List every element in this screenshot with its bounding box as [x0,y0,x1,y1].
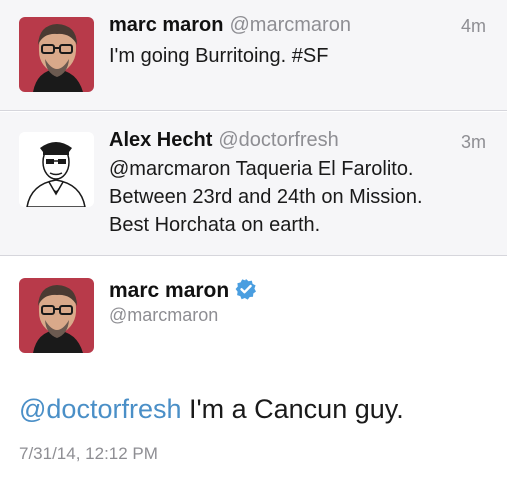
tweet-header: marc maron @marcmaron [109,14,351,37]
tweet-time: 4m [460,16,486,36]
tweet-text: @marcmaron Taqueria El Farolito. Between… [109,155,423,239]
author-name[interactable]: Alex Hecht [109,129,212,151]
author-handle[interactable]: @marcmaron [230,14,351,36]
tweet-line: Between 23rd and 24th on Mission. [109,186,423,208]
avatar-marc-maron-main[interactable] [19,278,94,353]
mention-link[interactable]: @doctorfresh [19,394,181,424]
main-author-name-row: marc maron [109,278,257,306]
main-author-handle[interactable]: @marcmaron [109,305,218,326]
main-tweet-text: @doctorfresh I'm a Cancun guy. [19,394,404,425]
tweet-line: I'm going Burritoing. #SF [109,45,329,67]
tweet-header: Alex Hecht @doctorfresh [109,129,339,152]
author-name[interactable]: marc maron [109,14,224,36]
tweet-line: @marcmaron Taqueria El Farolito. [109,158,414,180]
verified-badge-icon [235,278,257,306]
main-tweet-body: I'm a Cancun guy. [181,394,404,424]
main-author-name[interactable]: marc maron [109,279,229,302]
main-tweet-date: 7/31/14, 12:12 PM [19,444,158,463]
avatar-alex-hecht[interactable] [19,132,94,207]
author-handle[interactable]: @doctorfresh [218,129,338,151]
tweet-time: 3m [460,132,486,152]
avatar-marc-maron[interactable] [19,17,94,92]
tweet-line: Best Horchata on earth. [109,214,321,236]
tweet-text: I'm going Burritoing. #SF [109,42,328,70]
